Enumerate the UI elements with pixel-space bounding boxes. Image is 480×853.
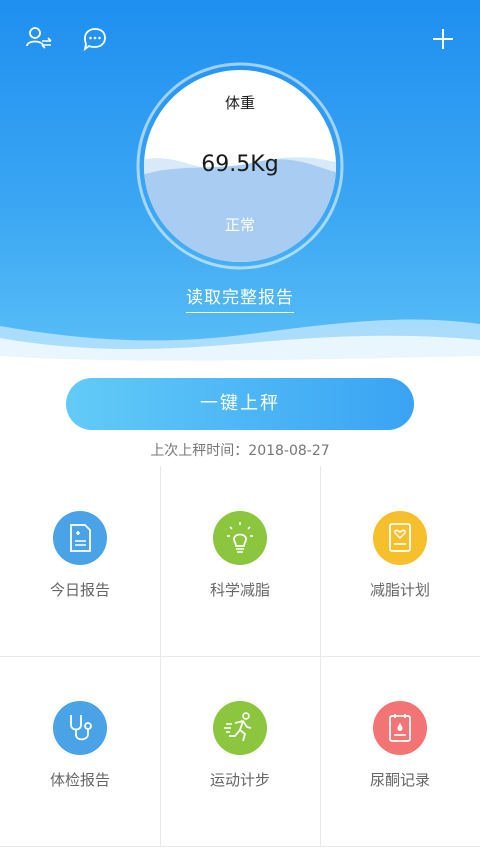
add-icon[interactable]: [428, 24, 458, 54]
hero-banner: 体重 69.5Kg 正常 读取完整报告: [0, 0, 480, 370]
grid-label: 尿酮记录: [369, 771, 430, 789]
grid-label: 运动计步: [209, 771, 270, 789]
wave-decoration: [0, 319, 480, 370]
gauge-title: 体重: [224, 94, 255, 112]
grid-item-step-counter[interactable]: 运动计步: [160, 656, 320, 846]
grid-label: 减脂计划: [369, 581, 430, 599]
grid-item-today-report[interactable]: 今日报告: [0, 466, 160, 656]
last-weigh-time: 上次上秤时间：2018-08-27: [150, 443, 330, 459]
weight-status: 正常: [224, 216, 255, 234]
switch-user-icon[interactable]: [24, 24, 54, 54]
report-icon: [53, 511, 107, 565]
grid-item-urine-ketone-record[interactable]: 尿酮记录: [320, 656, 480, 846]
grid-label: 科学减脂: [209, 581, 270, 599]
grid-label: 体检报告: [49, 771, 110, 789]
grid-item-fat-loss-plan[interactable]: 减脂计划: [320, 466, 480, 656]
weight-value: 69.5Kg: [201, 152, 279, 177]
stethoscope-icon: [53, 701, 107, 755]
grid-label: 今日报告: [49, 581, 110, 599]
plan-icon: [373, 511, 427, 565]
running-icon: [213, 701, 267, 755]
grid-item-physical-exam-report[interactable]: 体检报告: [0, 656, 160, 846]
message-icon[interactable]: [80, 24, 110, 54]
one-click-weigh-button[interactable]: 一键上秤: [66, 378, 414, 430]
grid-item-scientific-fat-loss[interactable]: 科学减脂: [160, 466, 320, 656]
lightbulb-icon: [213, 511, 267, 565]
grid-divider: [0, 846, 480, 847]
urine-record-icon: [373, 701, 427, 755]
